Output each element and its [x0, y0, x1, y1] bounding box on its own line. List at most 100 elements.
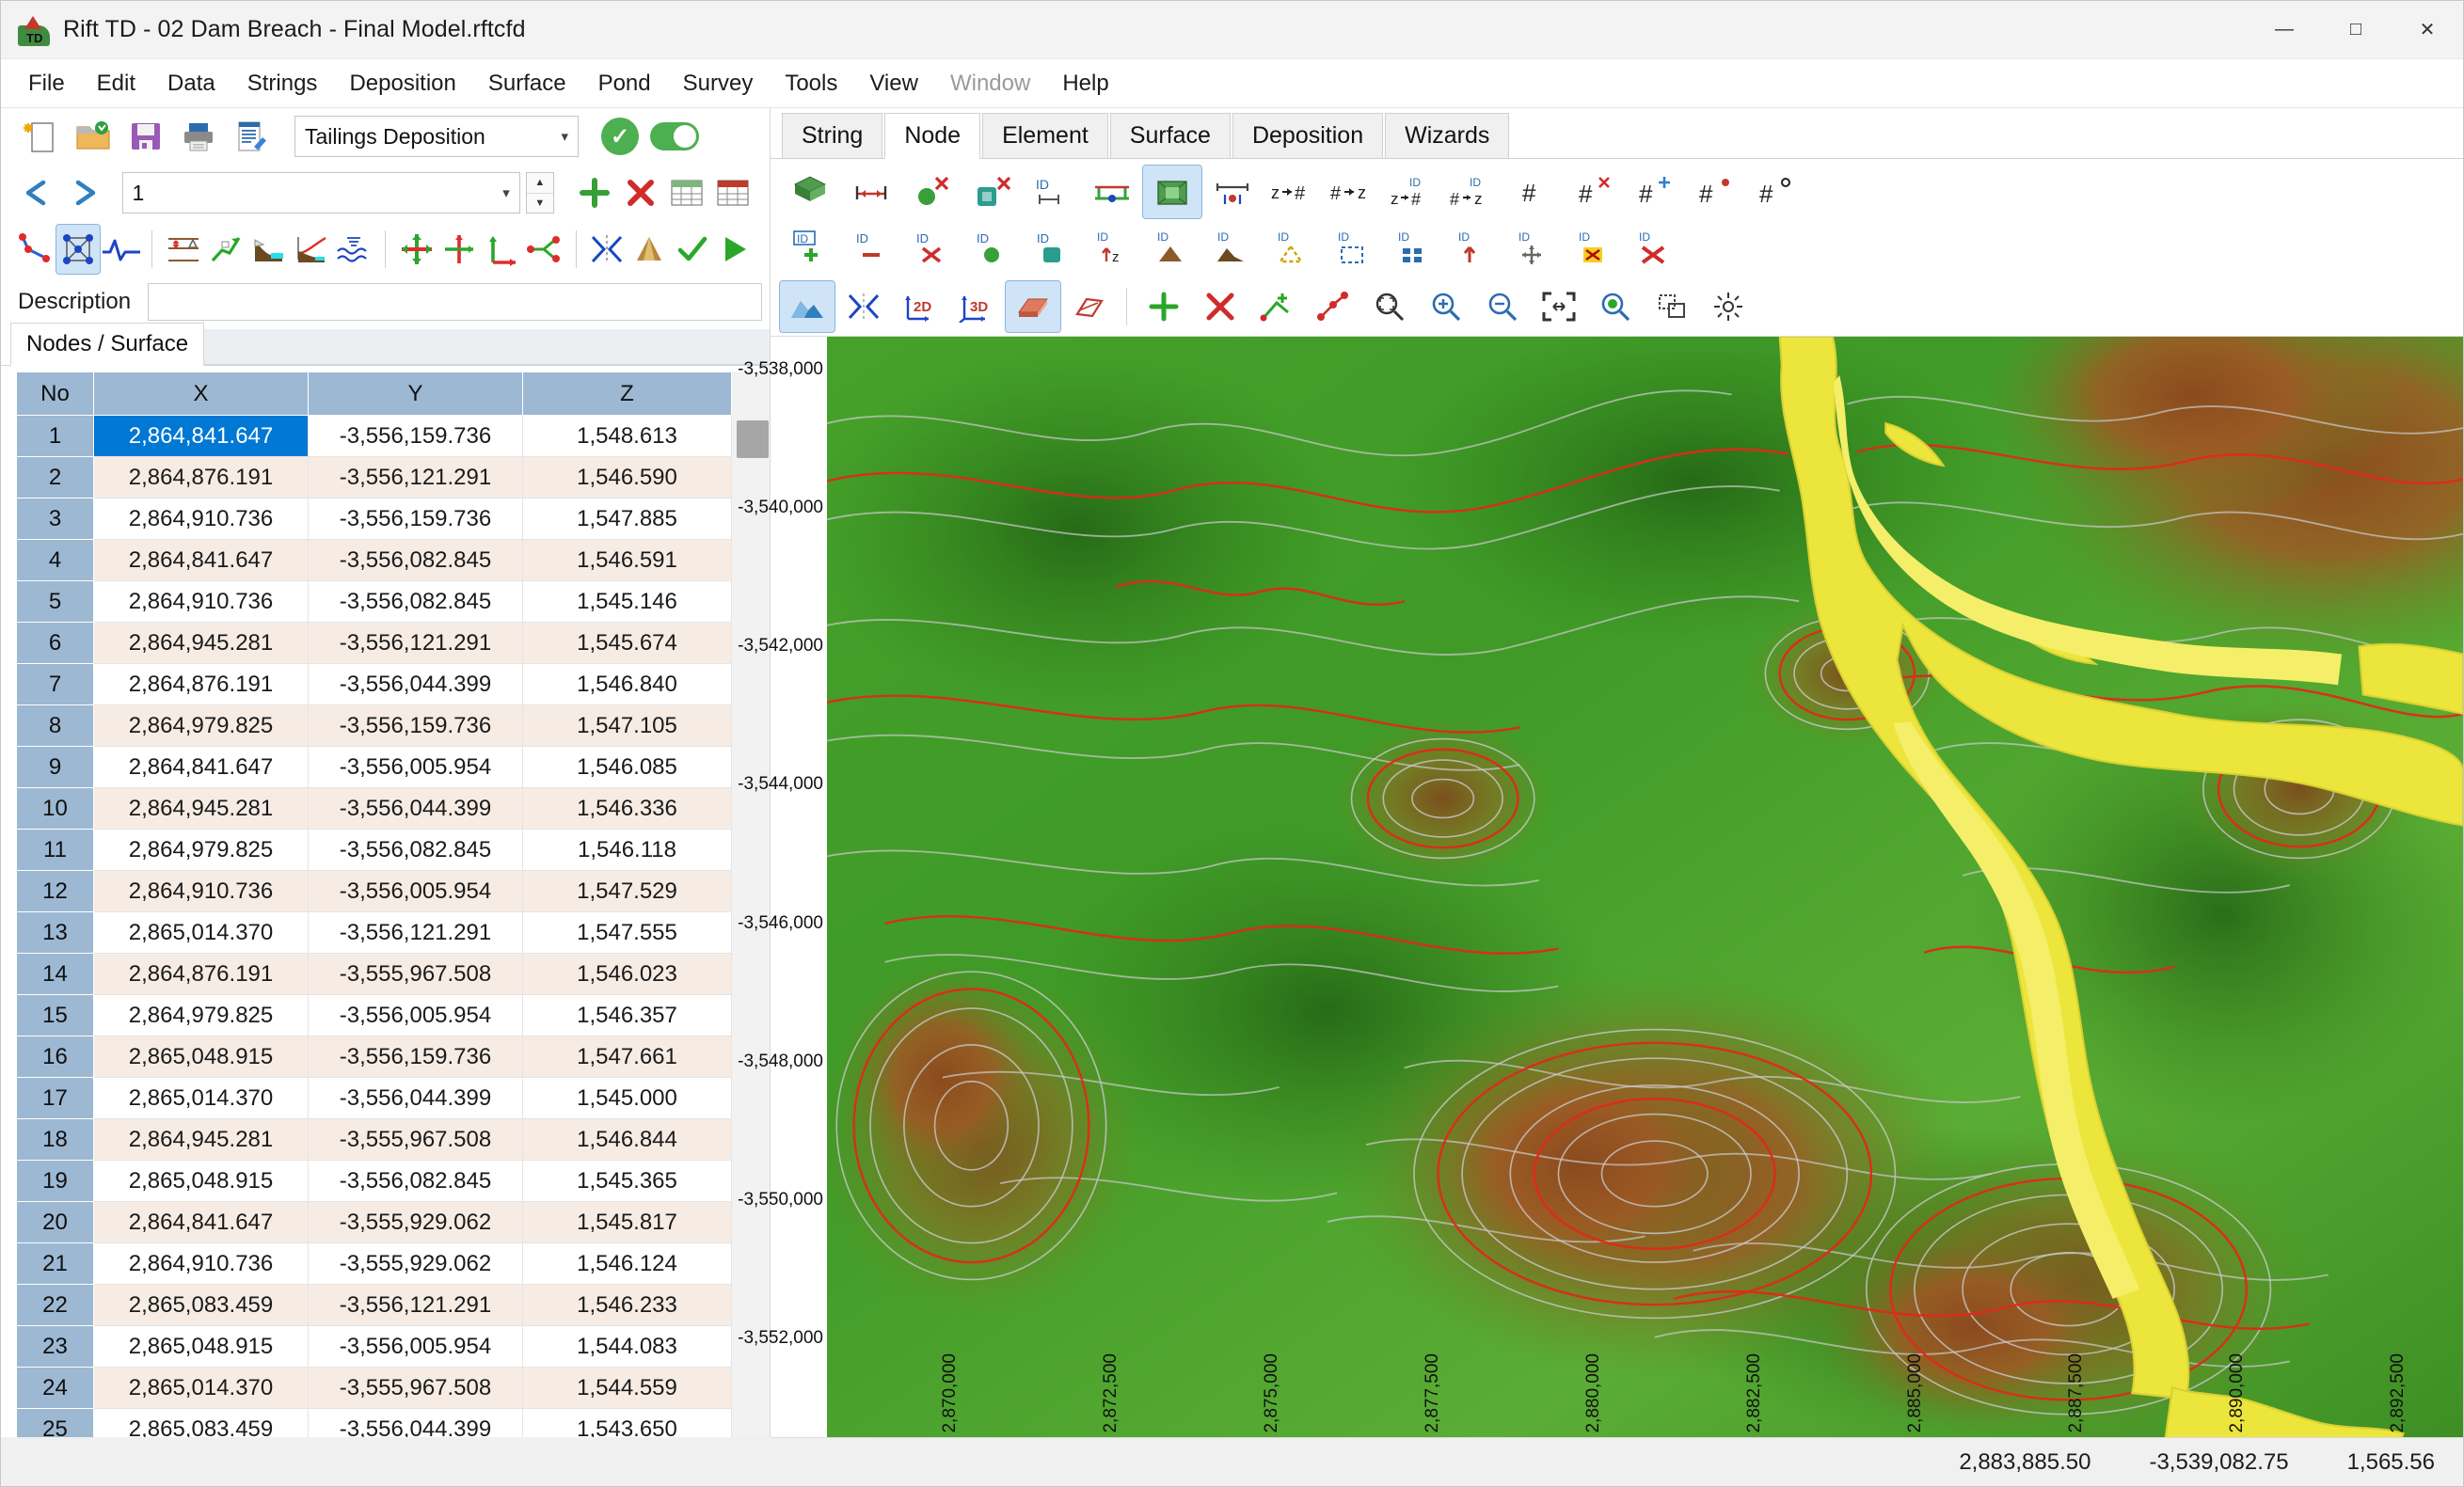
id-z-arrow-icon[interactable]: ID	[1444, 220, 1502, 273]
hash-to-z-icon[interactable]: # z	[1324, 166, 1382, 218]
id-x-yellow-icon[interactable]: ID	[1565, 220, 1623, 273]
axis-corner-icon[interactable]	[481, 225, 523, 274]
node-split-icon[interactable]	[523, 225, 565, 274]
hash-plus-icon[interactable]: #	[1625, 166, 1683, 218]
print-icon[interactable]	[172, 112, 225, 161]
table-row[interactable]: 8 2,864,979.825 -3,556,159.736 1,547.105	[16, 704, 732, 747]
new-file-icon[interactable]	[14, 112, 67, 161]
node-number-combo[interactable]: 1 ▾	[121, 172, 520, 214]
cell-y[interactable]: -3,556,082.845	[308, 1160, 523, 1202]
column-header-y[interactable]: Y	[308, 372, 523, 416]
cell-y[interactable]: -3,555,929.062	[308, 1242, 523, 1285]
cell-y[interactable]: -3,556,044.399	[308, 663, 523, 705]
close-button[interactable]: ✕	[2392, 1, 2463, 59]
cell-y[interactable]: -3,556,005.954	[308, 746, 523, 788]
grid-table-red-icon[interactable]	[710, 168, 756, 217]
cell-y[interactable]: -3,556,005.954	[308, 1325, 523, 1368]
zoom-window-icon[interactable]	[1362, 281, 1417, 332]
cell-z[interactable]: 1,546.844	[522, 1118, 732, 1161]
cell-y[interactable]: -3,556,005.954	[308, 994, 523, 1036]
cell-y[interactable]: -3,556,159.736	[308, 498, 523, 540]
cell-x[interactable]: 2,864,841.647	[93, 415, 309, 457]
cell-no[interactable]: 3	[16, 498, 94, 540]
table-row[interactable]: 15 2,864,979.825 -3,556,005.954 1,546.357	[16, 994, 732, 1036]
cell-y[interactable]: -3,556,044.399	[308, 787, 523, 830]
cell-x[interactable]: 2,864,945.281	[93, 622, 309, 664]
menu-help[interactable]: Help	[1046, 65, 1124, 103]
pan-icon[interactable]	[1645, 281, 1699, 332]
hash-delete-icon[interactable]: #	[1565, 166, 1623, 218]
minimize-button[interactable]: —	[2249, 1, 2320, 59]
table-row[interactable]: 4 2,864,841.647 -3,556,082.845 1,546.591	[16, 539, 732, 581]
table-row[interactable]: 3 2,864,910.736 -3,556,159.736 1,547.885	[16, 498, 732, 540]
id-minus-icon[interactable]: ID	[842, 220, 900, 273]
cell-y[interactable]: -3,556,121.291	[308, 622, 523, 664]
table-row[interactable]: 17 2,865,014.370 -3,556,044.399 1,545.000	[16, 1077, 732, 1119]
zoom-in-icon[interactable]	[1419, 281, 1473, 332]
cell-x[interactable]: 2,864,979.825	[93, 829, 309, 871]
cell-y[interactable]: -3,555,967.508	[308, 1367, 523, 1409]
hash-dot-icon[interactable]: #	[1685, 166, 1743, 218]
run-icon[interactable]	[714, 225, 756, 274]
add-node-icon[interactable]	[571, 168, 617, 217]
tab-nodes-surface[interactable]: Nodes / Surface	[10, 323, 205, 366]
polyline-icon[interactable]	[14, 225, 56, 274]
delete-point-icon[interactable]	[1193, 281, 1248, 332]
curve-chart-icon[interactable]	[290, 225, 332, 274]
cell-z[interactable]: 1,547.885	[522, 498, 732, 540]
hash-icon[interactable]: #	[1504, 166, 1563, 218]
cell-no[interactable]: 22	[16, 1284, 94, 1326]
id-x-red-icon[interactable]: ID	[1625, 220, 1683, 273]
table-row[interactable]: 24 2,865,014.370 -3,555,967.508 1,544.559	[16, 1367, 732, 1409]
deposition-combo[interactable]: Tailings Deposition ▾	[294, 116, 579, 157]
mirror-view-icon[interactable]	[836, 281, 891, 332]
forward-arrow-icon[interactable]	[60, 168, 106, 217]
tab-wizards[interactable]: Wizards	[1385, 113, 1510, 158]
cell-no[interactable]: 23	[16, 1325, 94, 1368]
add-point-icon[interactable]	[1137, 281, 1191, 332]
table-scrollbar[interactable]	[732, 372, 770, 1437]
cell-no[interactable]: 8	[16, 704, 94, 747]
cell-x[interactable]: 2,865,014.370	[93, 1077, 309, 1119]
view-2d-icon[interactable]: 2D	[893, 281, 947, 332]
cell-x[interactable]: 2,865,083.459	[93, 1408, 309, 1437]
stepper-up[interactable]: ▲	[526, 173, 553, 194]
id-add-icon[interactable]: ID	[782, 220, 840, 273]
menu-data[interactable]: Data	[151, 65, 231, 103]
cell-z[interactable]: 1,546.023	[522, 953, 732, 995]
table-row[interactable]: 21 2,864,910.736 -3,555,929.062 1,546.124	[16, 1242, 732, 1285]
cell-y[interactable]: -3,556,082.845	[308, 539, 523, 581]
cell-z[interactable]: 1,545.817	[522, 1201, 732, 1243]
tab-surface[interactable]: Surface	[1109, 113, 1231, 158]
cell-x[interactable]: 2,865,083.459	[93, 1284, 309, 1326]
section-view-icon[interactable]	[1062, 281, 1117, 332]
table-row[interactable]: 23 2,865,048.915 -3,556,005.954 1,544.083	[16, 1325, 732, 1368]
cell-z[interactable]: 1,548.613	[522, 415, 732, 457]
back-arrow-icon[interactable]	[14, 168, 60, 217]
cell-z[interactable]: 1,546.233	[522, 1284, 732, 1326]
node-span-icon[interactable]	[842, 166, 900, 218]
elevation-range-icon[interactable]	[162, 225, 204, 274]
snap-point-icon[interactable]	[1249, 281, 1304, 332]
deposition-toggle[interactable]	[650, 122, 699, 150]
cell-x[interactable]: 2,864,910.736	[93, 580, 309, 623]
id-delete-icon[interactable]: ID	[902, 220, 961, 273]
save-file-icon[interactable]	[119, 112, 172, 161]
map-canvas-area[interactable]: 2,870,000 2,872,500 2,875,000 2,877,500 2,88…	[827, 337, 2463, 1437]
cell-y[interactable]: -3,556,121.291	[308, 911, 523, 954]
measure-line-icon[interactable]	[1306, 281, 1360, 332]
cell-y[interactable]: -3,556,159.736	[308, 415, 523, 457]
cell-x[interactable]: 2,864,945.281	[93, 1118, 309, 1161]
terrain-view-icon[interactable]	[779, 280, 835, 333]
cell-no[interactable]: 4	[16, 539, 94, 581]
cell-x[interactable]: 2,865,014.370	[93, 911, 309, 954]
menu-view[interactable]: View	[853, 65, 934, 103]
cell-x[interactable]: 2,864,876.191	[93, 663, 309, 705]
id-square-icon[interactable]: ID	[1023, 220, 1081, 273]
menu-survey[interactable]: Survey	[667, 65, 770, 103]
cell-y[interactable]: -3,556,121.291	[308, 456, 523, 498]
stepper-down[interactable]: ▼	[527, 194, 553, 214]
cell-z[interactable]: 1,546.085	[522, 746, 732, 788]
cell-z[interactable]: 1,545.146	[522, 580, 732, 623]
cell-y[interactable]: -3,556,044.399	[308, 1408, 523, 1437]
